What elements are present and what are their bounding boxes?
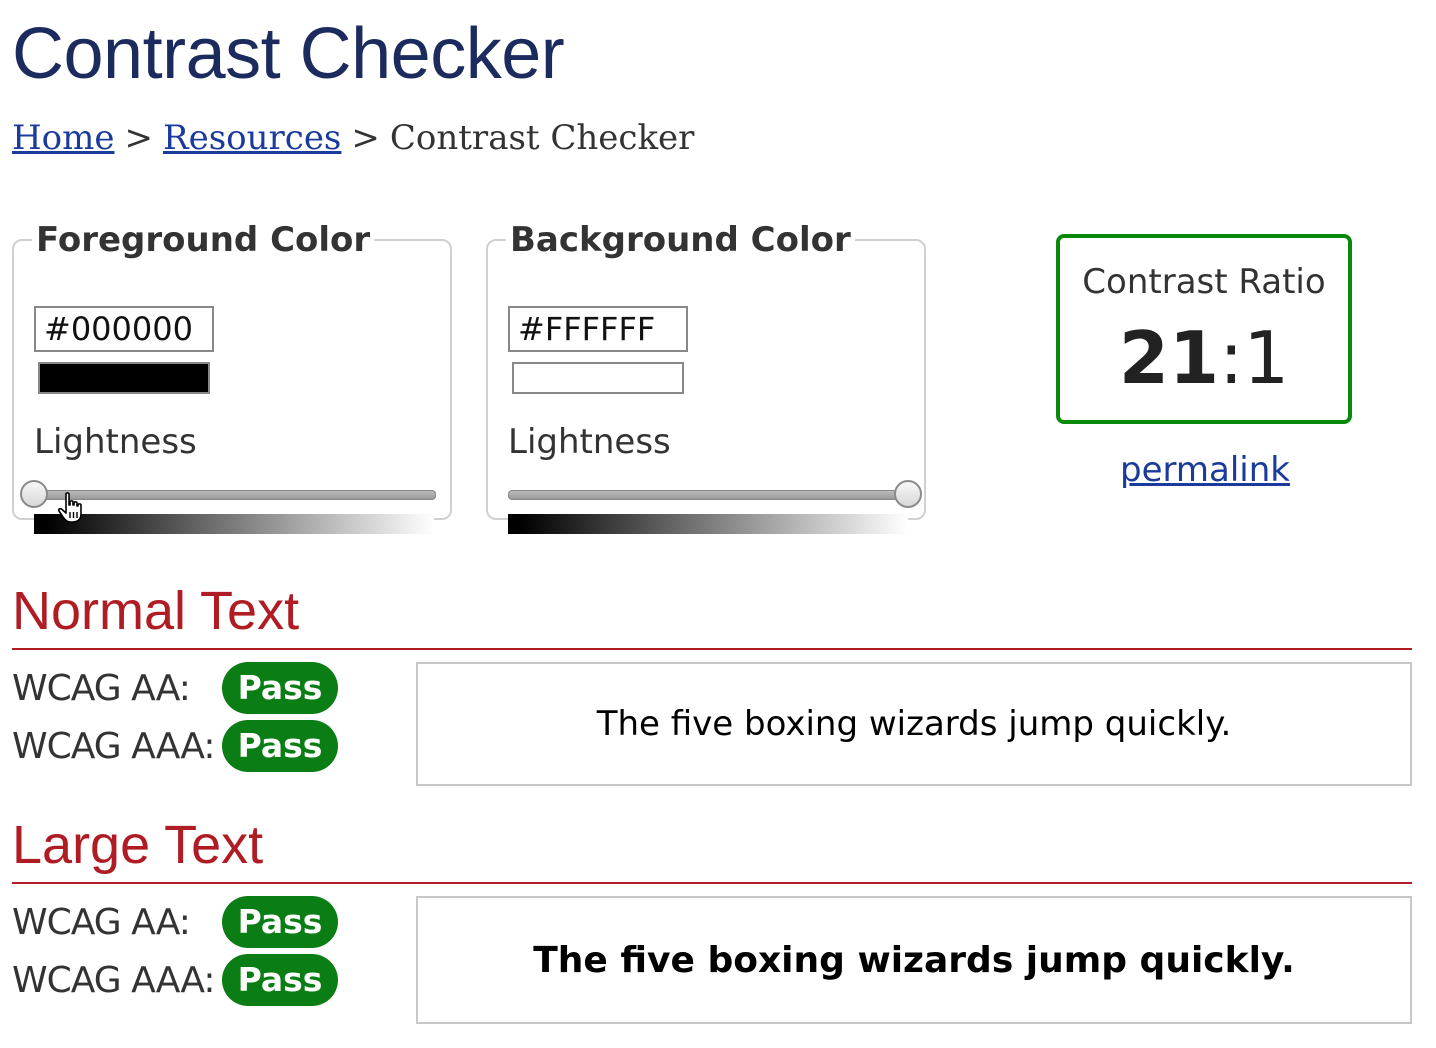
- large-wcag-aaa-label: WCAG AAA:: [12, 960, 215, 1001]
- contrast-ratio-value: 21:1: [1060, 316, 1348, 400]
- background-lightness-label: Lightness: [508, 422, 671, 462]
- breadcrumb-resources-link[interactable]: Resources: [163, 118, 341, 158]
- large-text-sample: The five boxing wizards jump quickly.: [416, 896, 1412, 1024]
- background-lightness-slider-handle[interactable]: [894, 480, 922, 508]
- breadcrumb-home-link[interactable]: Home: [12, 118, 114, 158]
- breadcrumb: Home > Resources > Contrast Checker: [12, 118, 694, 158]
- background-hex-input[interactable]: [508, 306, 688, 352]
- normal-text-sample: The five boxing wizards jump quickly.: [416, 662, 1412, 786]
- large-text-divider: [12, 882, 1412, 884]
- large-text-heading: Large Text: [12, 815, 264, 875]
- large-wcag-aa-label: WCAG AA:: [12, 902, 191, 943]
- background-lightness-gradient: [508, 514, 908, 534]
- breadcrumb-separator: >: [124, 118, 153, 158]
- background-color-legend: Background Color: [510, 220, 851, 260]
- background-color-swatch[interactable]: [512, 362, 684, 394]
- pointer-hand-cursor-icon: [58, 492, 82, 523]
- normal-wcag-aaa-label: WCAG AAA:: [12, 726, 215, 767]
- normal-wcag-aaa-status-badge: Pass: [222, 720, 338, 772]
- breadcrumb-current: Contrast Checker: [389, 118, 695, 158]
- large-wcag-aaa-status-badge: Pass: [222, 954, 338, 1006]
- breadcrumb-separator: >: [351, 118, 380, 158]
- background-lightness-slider[interactable]: [508, 490, 910, 500]
- normal-text-heading: Normal Text: [12, 581, 300, 641]
- normal-wcag-aa-status-badge: Pass: [222, 662, 338, 714]
- contrast-ratio-right: 1: [1243, 316, 1290, 400]
- foreground-color-panel: Foreground Color Lightness: [12, 220, 452, 534]
- normal-wcag-aa-label: WCAG AA:: [12, 668, 191, 709]
- contrast-ratio-separator: :: [1219, 316, 1244, 400]
- contrast-ratio-left: 21: [1118, 316, 1220, 400]
- large-wcag-aa-status-badge: Pass: [222, 896, 338, 948]
- foreground-lightness-slider[interactable]: [34, 490, 436, 500]
- foreground-hex-input[interactable]: [34, 306, 214, 352]
- foreground-lightness-label: Lightness: [34, 422, 197, 462]
- contrast-ratio-box: Contrast Ratio 21:1: [1056, 234, 1352, 424]
- foreground-color-legend: Foreground Color: [36, 220, 371, 260]
- permalink-link[interactable]: permalink: [1120, 450, 1290, 490]
- foreground-lightness-slider-handle[interactable]: [20, 480, 48, 508]
- foreground-color-swatch[interactable]: [38, 362, 210, 394]
- foreground-lightness-gradient: [34, 514, 434, 534]
- background-color-panel: Background Color Lightness: [486, 220, 926, 534]
- normal-text-divider: [12, 648, 1412, 650]
- page-title: Contrast Checker: [12, 14, 565, 94]
- contrast-ratio-label: Contrast Ratio: [1082, 262, 1326, 302]
